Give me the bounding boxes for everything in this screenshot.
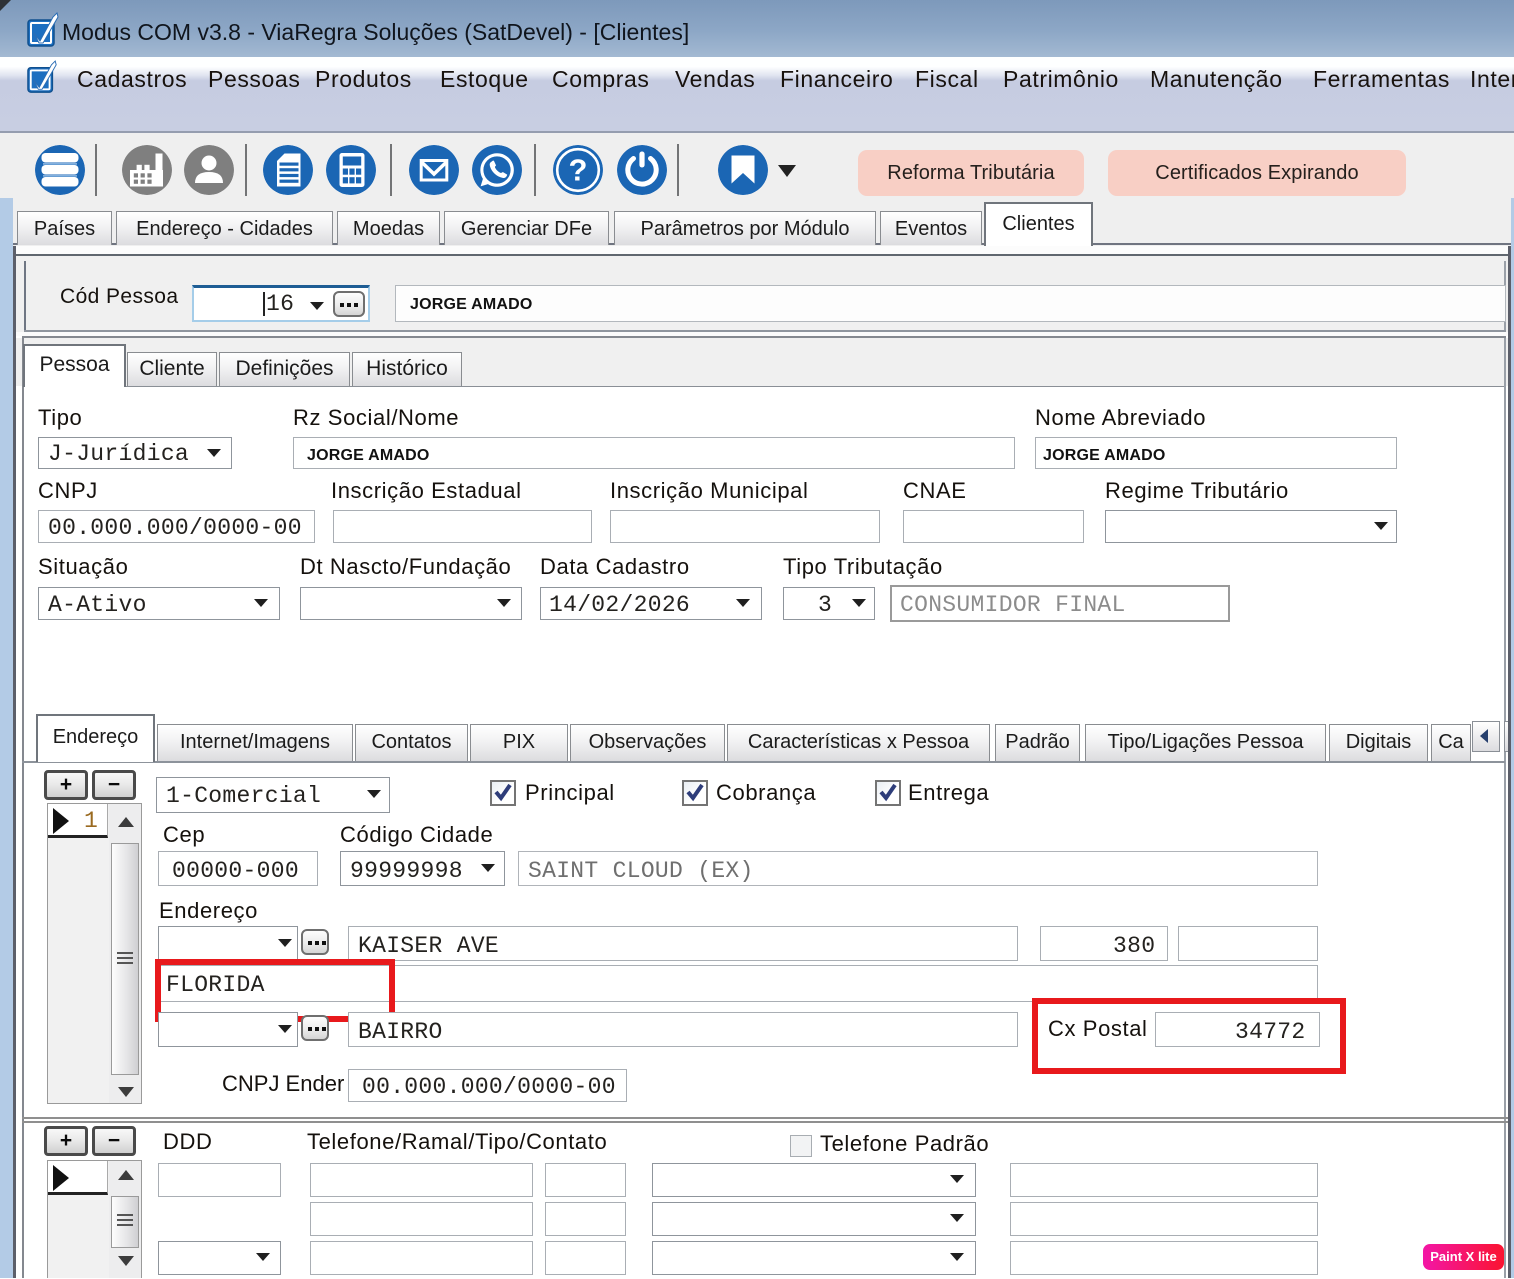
svg-text:?: ?: [569, 153, 588, 188]
